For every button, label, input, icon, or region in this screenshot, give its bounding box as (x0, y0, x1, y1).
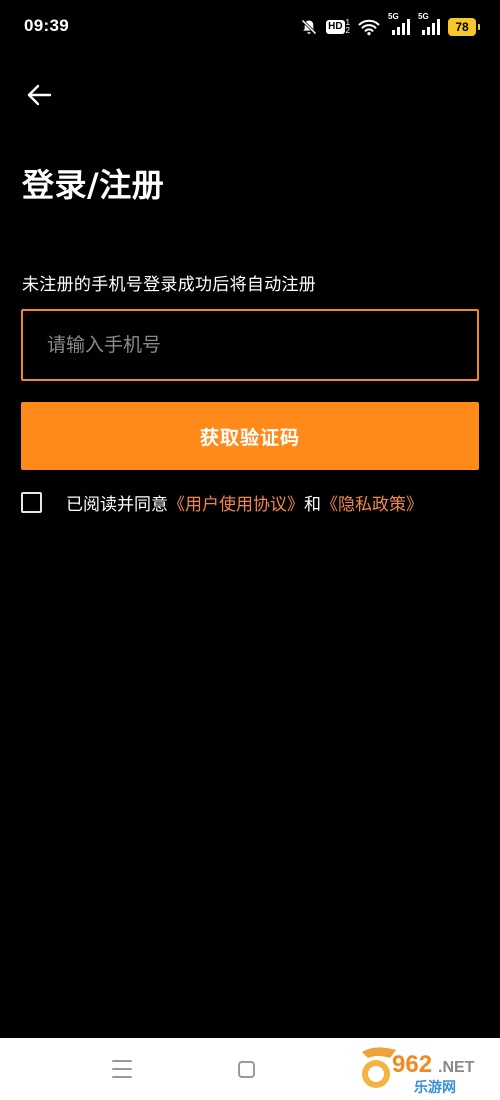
svg-text:962: 962 (392, 1051, 432, 1078)
privacy-policy-link[interactable]: 《隐私政策》 (321, 490, 423, 515)
signal-icon: 5G (388, 12, 410, 38)
page-title: 登录/注册 (22, 166, 165, 204)
system-nav-bar: 962 .NET 乐游网 (0, 1038, 500, 1100)
menu-icon[interactable] (112, 1060, 132, 1078)
hd-icon: HD 1 2 (326, 16, 350, 38)
svg-text:.NET: .NET (438, 1059, 475, 1076)
auto-register-hint: 未注册的手机号登录成功后将自动注册 (22, 275, 317, 295)
wifi-icon (358, 16, 380, 38)
mute-bell-icon (300, 16, 318, 38)
svg-text:乐游网: 乐游网 (414, 1079, 456, 1096)
agree-prefix: 已阅读并同意 (66, 495, 168, 515)
agreement-row: 已阅读并同意 《用户使用协议》 和 《隐私政策》 (21, 490, 423, 515)
status-icons: HD 1 2 5G 5G 78 (300, 12, 480, 38)
watermark-logo: 962 .NET 乐游网 (362, 1047, 475, 1096)
agree-checkbox[interactable] (21, 492, 42, 513)
phone-input[interactable] (23, 311, 477, 379)
user-agreement-link[interactable]: 《用户使用协议》 (168, 490, 304, 515)
back-button[interactable] (22, 78, 56, 112)
signal-label-2: 5G (418, 12, 429, 21)
back-arrow-icon (27, 84, 52, 106)
agree-conjunction: 和 (304, 495, 321, 515)
signal-label-1: 5G (388, 12, 399, 21)
signal-icon: 5G (418, 12, 440, 38)
hd-sub-bottom: 2 (345, 26, 350, 35)
status-time: 09:39 (24, 16, 69, 35)
get-code-button[interactable]: 获取验证码 (21, 402, 479, 470)
phone-input-container (21, 309, 479, 381)
hd-sub: 1 2 (346, 19, 350, 35)
battery-icon: 78 (448, 18, 480, 36)
status-bar: 09:39 HD 1 2 5G 5G 78 (0, 0, 500, 56)
hd-label: HD (326, 20, 345, 34)
home-icon[interactable] (238, 1061, 255, 1078)
